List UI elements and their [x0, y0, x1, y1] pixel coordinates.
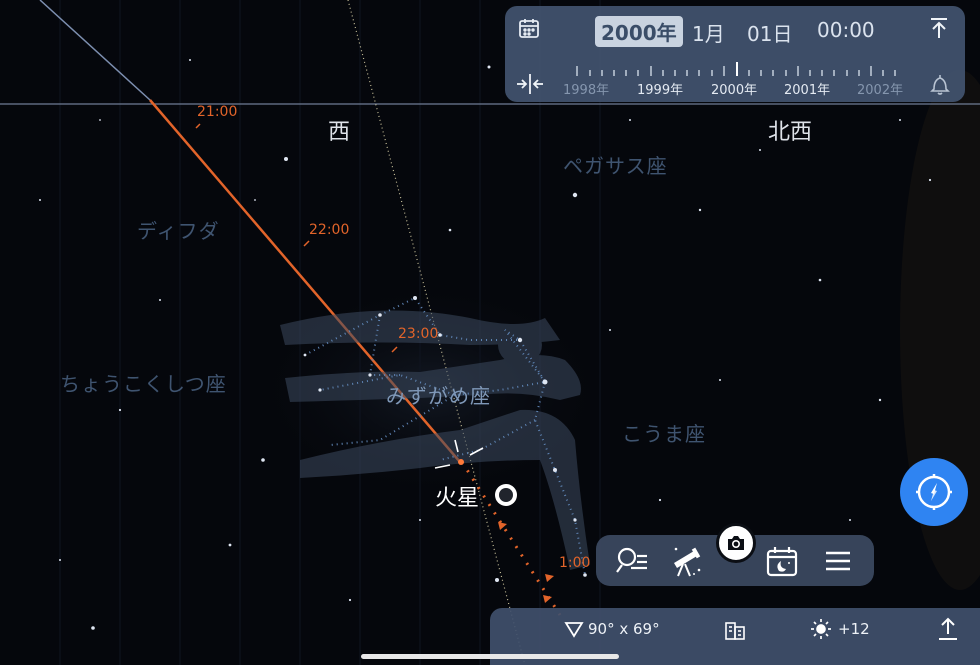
scale-label-1998: 1998年	[563, 83, 610, 98]
calendar-icon[interactable]	[517, 16, 541, 44]
camera-icon	[728, 536, 744, 550]
constellation-label-pegasus: ペガサス座	[563, 154, 668, 178]
scale-label-2000: 2000年	[711, 83, 758, 98]
calendar-moon-button[interactable]	[764, 543, 800, 579]
year-field[interactable]: 2000年	[595, 16, 683, 47]
calendar-moon-icon	[766, 547, 798, 577]
time-field[interactable]: 00:00	[817, 18, 875, 42]
sun-icon[interactable]	[810, 618, 832, 644]
telescope-button[interactable]	[668, 543, 704, 579]
search-list-button[interactable]	[614, 543, 650, 579]
constellation-label-equuleus: こうま座	[622, 422, 706, 446]
telescope-icon	[674, 547, 701, 577]
fov-triangle-icon[interactable]	[564, 620, 584, 642]
brightness-readout[interactable]: +12	[838, 620, 870, 638]
menu-icon	[826, 551, 850, 571]
year-scale-ticks[interactable]	[565, 58, 910, 78]
constellation-label-aquarius: みずがめ座	[386, 384, 491, 408]
search-list-icon	[616, 547, 647, 573]
track-time-2100: 21:00	[197, 104, 238, 120]
planet-info-icon[interactable]	[495, 484, 517, 506]
constellation-label-sculptor: ちょうこくしつ座	[60, 372, 227, 396]
bell-icon[interactable]	[929, 72, 951, 100]
track-time-2200: 22:00	[309, 222, 350, 238]
constellation-label-diphda: ディフダ	[137, 219, 220, 243]
buildings-icon[interactable]	[723, 618, 747, 646]
arrow-up-bar-icon[interactable]	[928, 16, 950, 44]
share-icon[interactable]	[936, 616, 960, 646]
horizon-northwest-label: 北西	[768, 120, 813, 145]
horizon-west-label: 西	[328, 120, 351, 145]
date-time-panel: 2000年 1月 01日 00:00 1998年 1999年 2000年 200…	[505, 6, 965, 102]
compass-icon	[916, 474, 952, 510]
scale-label-2001: 2001年	[784, 83, 831, 98]
day-field[interactable]: 01日	[747, 18, 792, 47]
scale-label-1999: 1999年	[637, 83, 684, 98]
track-time-2300: 23:00	[398, 326, 439, 342]
month-field[interactable]: 1月	[692, 18, 725, 47]
compass-button[interactable]	[900, 458, 968, 526]
menu-button[interactable]	[820, 543, 856, 579]
planet-name-label[interactable]: 火星	[435, 480, 479, 512]
home-indicator	[361, 654, 619, 659]
collapse-arrows-icon[interactable]	[515, 72, 545, 100]
fov-readout[interactable]: 90° x 69°	[588, 620, 660, 638]
track-time-0100: 1:00	[559, 555, 591, 571]
scale-label-2002: 2002年	[857, 83, 904, 98]
camera-button[interactable]	[716, 523, 756, 563]
